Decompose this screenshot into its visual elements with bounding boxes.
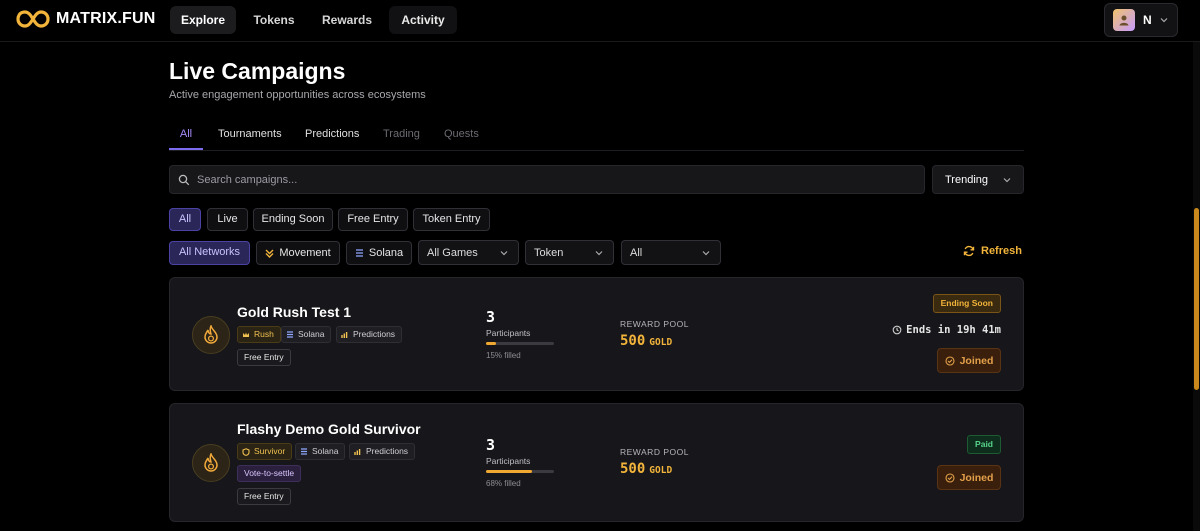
tag-category: Predictions	[349, 443, 416, 460]
flame-icon	[192, 316, 230, 354]
tag-game: Survivor	[237, 443, 293, 460]
shield-icon	[242, 447, 250, 456]
joined-button[interactable]: Joined	[937, 465, 1001, 490]
filter-token-entry[interactable]: Token Entry	[413, 208, 490, 231]
network-movement[interactable]: Movement	[256, 241, 340, 265]
chevron-down-icon	[1003, 177, 1011, 182]
solana-icon	[287, 331, 293, 338]
flame-icon	[192, 444, 230, 482]
check-circle-icon	[945, 355, 955, 366]
network-movement-label: Movement	[279, 246, 331, 259]
entry-badge: Free Entry	[237, 488, 291, 505]
solana-icon	[301, 448, 307, 455]
filter-all[interactable]: All	[169, 208, 201, 231]
tab-predictions[interactable]: Predictions	[305, 120, 359, 150]
user-initial: N	[1143, 13, 1152, 27]
reward-pool-label: REWARD POOL	[620, 319, 689, 329]
participants-label: Participants	[486, 456, 531, 466]
refresh-icon	[963, 245, 975, 257]
search-bar	[169, 165, 925, 194]
search-input[interactable]	[197, 173, 897, 186]
page-title: Live Campaigns	[169, 58, 346, 84]
filter-free-entry[interactable]: Free Entry	[338, 208, 408, 231]
chevron-down-icon	[702, 250, 710, 255]
refresh-label: Refresh	[981, 245, 1022, 257]
network-solana-label: Solana	[368, 246, 404, 259]
nav-tab-rewards[interactable]: Rewards	[312, 6, 382, 34]
filter-live[interactable]: Live	[207, 208, 248, 231]
top-nav: MATRIX.FUN Explore Tokens Rewards Activi…	[0, 0, 1200, 42]
chevron-down-icon	[1160, 18, 1168, 23]
tag-network: Solana	[281, 326, 332, 343]
fill-progress-bar	[486, 342, 554, 345]
entry-selected: All	[630, 246, 643, 259]
network-solana[interactable]: Solana	[346, 241, 412, 265]
status-badge: Ending Soon	[932, 294, 1001, 313]
reward-pool-value: 500 GOLD	[620, 333, 673, 349]
bar-chart-icon	[354, 448, 361, 455]
reward-pool-value: 500 GOLD	[620, 461, 673, 477]
campaign-card[interactable]: Gold Rush Test 1 Rush Solana Predictions…	[169, 277, 1024, 391]
brand-name: MATRIX.FUN	[56, 10, 156, 27]
tag-network: Solana	[295, 443, 346, 460]
search-icon	[178, 174, 190, 185]
solana-icon	[355, 249, 363, 257]
tab-quests[interactable]: Quests	[444, 120, 479, 150]
nav-tab-activity[interactable]: Activity	[389, 6, 457, 34]
filled-text: 15% filled	[486, 351, 521, 360]
infinity-logo-icon	[16, 10, 50, 28]
tag-game: Rush	[237, 326, 281, 343]
participants-count: 3	[486, 308, 496, 326]
joined-button[interactable]: Joined	[937, 348, 1001, 373]
games-selected: All Games	[427, 246, 478, 259]
tab-all[interactable]: All	[169, 120, 203, 150]
chevron-down-icon	[595, 250, 603, 255]
tab-tournaments[interactable]: Tournaments	[218, 120, 282, 150]
token-select[interactable]: Token	[525, 240, 614, 265]
brand-logo[interactable]: MATRIX.FUN	[16, 9, 155, 29]
countdown: Ends in 19h 41m	[892, 324, 1001, 336]
participants-label: Participants	[486, 328, 531, 338]
sort-select[interactable]: Trending	[932, 165, 1024, 194]
nav-tab-tokens[interactable]: Tokens	[242, 6, 306, 34]
campaign-card[interactable]: Flashy Demo Gold Survivor Survivor Solan…	[169, 403, 1024, 522]
filter-ending-soon[interactable]: Ending Soon	[253, 208, 333, 231]
tag-vote-to-settle: Vote-to-settle	[237, 465, 302, 482]
status-badge: Paid	[967, 435, 1001, 454]
refresh-button[interactable]: Refresh	[963, 245, 1022, 257]
filled-text: 68% filled	[486, 479, 521, 488]
chevron-down-icon	[500, 250, 508, 255]
avatar	[1113, 9, 1135, 31]
page-subtitle: Active engagement opportunities across e…	[169, 89, 426, 101]
bar-chart-icon	[341, 331, 348, 338]
category-tabs: All Tournaments Predictions Trading Ques…	[169, 120, 1024, 151]
network-all[interactable]: All Networks	[169, 241, 250, 265]
games-select[interactable]: All Games	[418, 240, 519, 265]
scrollbar-thumb[interactable]	[1194, 208, 1199, 390]
participants-count: 3	[486, 436, 496, 454]
entry-badge: Free Entry	[237, 349, 291, 366]
movement-icon	[265, 249, 274, 258]
nav-tab-explore[interactable]: Explore	[170, 6, 236, 34]
sort-selected: Trending	[945, 173, 989, 186]
clock-icon	[892, 325, 902, 335]
tag-category: Predictions	[336, 326, 403, 343]
fill-progress	[486, 342, 497, 345]
crown-icon	[243, 332, 249, 337]
tab-trading[interactable]: Trading	[383, 120, 420, 150]
fill-progress	[486, 470, 533, 473]
user-icon	[1119, 15, 1129, 26]
fill-progress-bar	[486, 470, 554, 473]
entry-select[interactable]: All	[621, 240, 721, 265]
user-menu-button[interactable]: N	[1104, 3, 1178, 37]
token-selected: Token	[534, 246, 564, 259]
reward-pool-label: REWARD POOL	[620, 447, 689, 457]
campaign-title[interactable]: Flashy Demo Gold Survivor	[237, 421, 421, 437]
check-circle-icon	[945, 472, 955, 483]
campaign-title[interactable]: Gold Rush Test 1	[237, 304, 351, 320]
